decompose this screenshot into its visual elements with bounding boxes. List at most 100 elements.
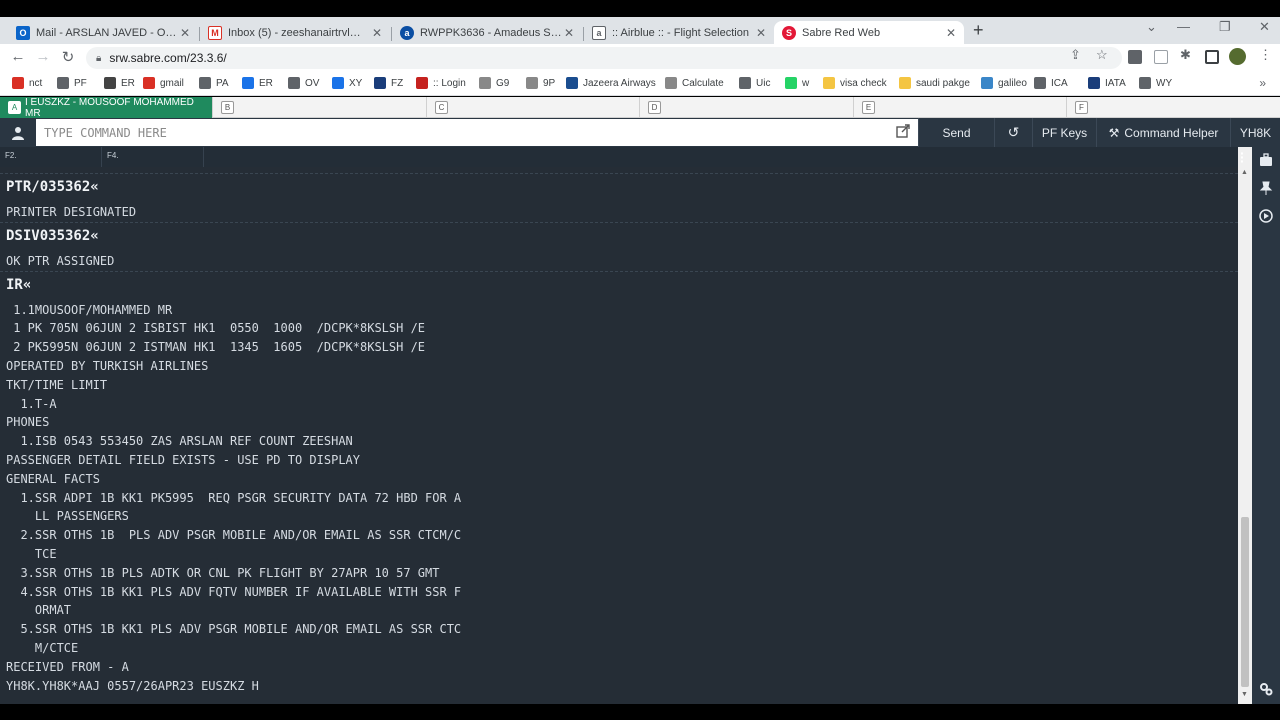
bookmark-item[interactable]: XY	[332, 77, 362, 89]
restore-icon[interactable]: ❐	[1219, 19, 1231, 35]
bookmark-label: XY	[349, 77, 363, 89]
play-icon[interactable]	[1259, 209, 1273, 223]
console-command: IR«	[6, 276, 32, 293]
bookmark-item[interactable]: 9P	[526, 77, 555, 89]
command-row: Send ↺ PF Keys ⚒ Command Helper YH8K	[0, 118, 1280, 147]
close-icon[interactable]: ✕	[944, 26, 958, 40]
address-bar[interactable]: 🔒︎ srw.sabre.com/23.3.6/	[86, 47, 1122, 69]
tab-title: RWPPK3636 - Amadeus Selling P	[420, 26, 562, 39]
command-helper-button[interactable]: ⚒ Command Helper	[1096, 118, 1230, 147]
browser-tab-amadeus[interactable]: a RWPPK3636 - Amadeus Selling P ✕	[392, 21, 582, 44]
tab-title: Mail - ARSLAN JAVED - Outlook	[36, 26, 178, 39]
bookmark-label: G9	[496, 77, 510, 89]
console-command: DSIV035362«	[6, 227, 99, 244]
reload-icon[interactable]: ↻	[58, 48, 78, 66]
minimize-icon[interactable]: —	[1177, 19, 1190, 34]
scrollbar-thumb[interactable]	[1241, 517, 1249, 687]
bookmark-item[interactable]: PF	[57, 77, 87, 89]
work-area-e[interactable]: E	[854, 97, 1067, 118]
work-area-d[interactable]: D	[640, 97, 854, 118]
share-icon[interactable]: ⇪	[1070, 47, 1081, 63]
side-panel-icon[interactable]	[1205, 50, 1219, 64]
bookmark-item[interactable]: saudi pakge	[899, 77, 970, 89]
shield-extension-icon[interactable]	[1154, 50, 1168, 64]
chevron-down-icon[interactable]: ⌄	[1146, 19, 1157, 35]
scroll-up-icon[interactable]: ▲	[1241, 169, 1248, 176]
fkey-f2[interactable]: F2.	[0, 147, 102, 167]
pf-keys-button[interactable]: PF Keys	[1032, 118, 1096, 147]
nct-icon	[12, 77, 24, 89]
browser-tab-sabre[interactable]: S Sabre Red Web ✕	[774, 21, 964, 44]
bookmarks-overflow-icon[interactable]: »	[1259, 76, 1266, 90]
bookmarks-bar: nct PF ER gmail PA ER OV XY FZ:: Login G9 9P Jazeer…	[0, 72, 1280, 96]
lock-icon: 🔒︎	[96, 52, 102, 64]
gmail-icon: M	[208, 25, 222, 40]
scroll-down-icon[interactable]: ▼	[1241, 691, 1248, 698]
response-console[interactable]: PTR/035362« PRINTER DESIGNATED DSIV035362«…	[0, 167, 1238, 704]
work-area-f[interactable]: F	[1067, 97, 1280, 118]
avatar[interactable]	[1229, 48, 1246, 65]
popout-icon[interactable]	[896, 124, 910, 138]
console-menu-icon[interactable]: · · ·	[1240, 146, 1245, 168]
bookmark-item[interactable]: ER	[242, 77, 273, 89]
forward-icon[interactable]: →	[33, 48, 53, 65]
work-area-c[interactable]: C	[427, 97, 640, 118]
work-area-b[interactable]: B	[213, 97, 427, 118]
browser-tab-outlook[interactable]: O Mail - ARSLAN JAVED - Outlook ✕	[8, 21, 198, 44]
extension-icon[interactable]	[1128, 50, 1142, 64]
bookmark-label: ICA	[1051, 77, 1068, 89]
settings-icon[interactable]	[1259, 682, 1273, 696]
wy-icon	[1139, 77, 1151, 89]
bookmark-label: nct	[29, 77, 43, 89]
bookmark-item[interactable]: visa check	[823, 77, 887, 89]
url-text: srw.sabre.com/23.3.6/	[109, 51, 227, 65]
work-area-a[interactable]: A I EUSZKZ - MOUSOOF MOHAMMED MR	[0, 96, 213, 119]
fkey-label: F4.	[107, 151, 119, 160]
function-keys-bar: F2. F4.	[0, 147, 1238, 167]
bookmark-item[interactable]: ER	[104, 77, 135, 89]
console-scrollbar[interactable]: ▲ ▼	[1238, 147, 1252, 704]
window-close-icon[interactable]: ✕	[1259, 19, 1270, 35]
bookmark-item[interactable]: Uic	[739, 77, 770, 89]
back-icon[interactable]: ←	[8, 48, 28, 65]
browser-tab-gmail[interactable]: M Inbox (5) - zeeshanairtrvl@gmail.c ✕	[200, 21, 390, 44]
bookmark-item[interactable]: Jazeera Airways	[566, 77, 656, 89]
bookmark-item[interactable]: Calculate	[665, 77, 724, 89]
bookmark-item[interactable]: nct	[12, 77, 42, 89]
bookmark-label: ER	[259, 77, 273, 89]
briefcase-icon[interactable]	[1259, 153, 1273, 167]
bookmark-label: OV	[305, 77, 320, 89]
bookmark-label: galileo	[998, 77, 1027, 89]
area-label: I EUSZKZ - MOUSOOF MOHAMMED MR	[24, 96, 194, 119]
send-button[interactable]: Send	[918, 118, 994, 147]
bookmark-item[interactable]: w	[785, 77, 809, 89]
browser-menu-icon[interactable]: ⋮	[1259, 47, 1272, 63]
bookmark-item[interactable]: PA	[199, 77, 229, 89]
bookmark-item[interactable]: gmail	[143, 77, 184, 89]
bookmark-item[interactable]: OV	[288, 77, 319, 89]
console-response-line: 1.SSR ADPI 1B KK1 PK5995 REQ PSGR SECURI…	[6, 490, 462, 505]
bookmark-item[interactable]: FZ	[374, 77, 403, 89]
close-icon[interactable]: ✕	[754, 26, 768, 40]
puzzle-icon[interactable]: ✱	[1180, 47, 1191, 63]
new-tab-button[interactable]: +	[973, 20, 984, 41]
pcc-button[interactable]: YH8K	[1230, 118, 1280, 147]
work-area-tabs: A I EUSZKZ - MOUSOOF MOHAMMED MR B C D E…	[0, 96, 1280, 119]
bookmark-star-icon[interactable]: ☆	[1096, 47, 1108, 63]
pin-icon[interactable]	[1259, 181, 1273, 195]
bookmark-item[interactable]: galileo	[981, 77, 1027, 89]
fkey-f4[interactable]: F4.	[102, 147, 204, 167]
user-button[interactable]	[0, 118, 36, 147]
bookmark-item[interactable]: WY	[1139, 77, 1172, 89]
command-input[interactable]	[36, 119, 918, 146]
close-icon[interactable]: ✕	[178, 26, 192, 40]
browser-tab-airblue[interactable]: a :: Airblue :: - Flight Selection ✕	[584, 21, 774, 44]
bookmark-item[interactable]: G9	[479, 77, 509, 89]
close-icon[interactable]: ✕	[562, 26, 576, 40]
bookmark-item[interactable]: ICA	[1034, 77, 1068, 89]
bookmark-item[interactable]: IATA	[1088, 77, 1126, 89]
history-button[interactable]: ↺	[994, 118, 1032, 147]
close-icon[interactable]: ✕	[370, 26, 384, 40]
console-response-line: 1.ISB 0543 553450 ZAS ARSLAN REF COUNT Z…	[6, 434, 353, 449]
bookmark-item[interactable]: :: Login	[416, 77, 466, 89]
